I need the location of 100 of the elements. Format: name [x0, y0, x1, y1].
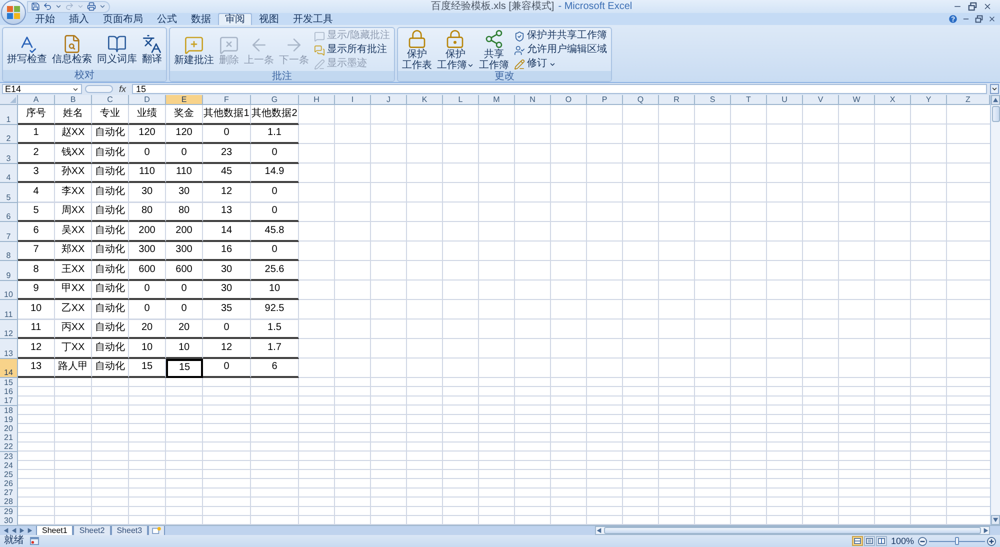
column-header[interactable]: S	[695, 95, 731, 105]
column-header[interactable]: T	[731, 95, 767, 105]
column-header[interactable]: R	[659, 95, 695, 105]
row-header[interactable]: 1	[0, 105, 18, 124]
ribbon-button[interactable]: 显示所有批注	[313, 43, 391, 57]
column-header[interactable]: N	[515, 95, 551, 105]
insert-function-button[interactable]: fx	[116, 84, 130, 94]
column-header[interactable]: X	[875, 95, 911, 105]
column-header[interactable]: B	[55, 95, 92, 105]
row-header[interactable]: 27	[0, 488, 18, 498]
column-header[interactable]: E	[166, 95, 203, 105]
view-button[interactable]	[852, 536, 863, 546]
column-header[interactable]: U	[767, 95, 803, 105]
sheet-tab[interactable]: Sheet1	[36, 526, 74, 536]
row-header[interactable]: 7	[0, 222, 18, 242]
view-button[interactable]	[864, 536, 875, 546]
row-header[interactable]: 8	[0, 242, 18, 261]
undo-icon[interactable]	[43, 2, 52, 11]
column-header[interactable]: M	[479, 95, 515, 105]
scroll-thumb[interactable]	[604, 527, 981, 534]
formula-input[interactable]: 15	[132, 84, 987, 94]
ribbon-tab[interactable]: 视图	[252, 13, 286, 25]
sheet-tab[interactable]: Sheet2	[73, 526, 111, 536]
row-header[interactable]: 5	[0, 183, 18, 202]
ribbon-button[interactable]: 信息检索	[51, 28, 93, 70]
column-header[interactable]: I	[335, 95, 371, 105]
ribbon-button[interactable]: 翻译	[141, 28, 163, 70]
zoom-slider-thumb[interactable]	[955, 537, 959, 545]
row-header[interactable]: 16	[0, 387, 18, 398]
printer-icon[interactable]	[87, 2, 96, 11]
ribbon-button[interactable]: 允许用户编辑区域	[512, 43, 608, 57]
column-header[interactable]: Z	[947, 95, 990, 105]
view-button[interactable]	[876, 536, 887, 546]
column-header[interactable]: A	[18, 95, 55, 105]
horizontal-scrollbar[interactable]	[595, 526, 990, 535]
scroll-up-button[interactable]	[991, 95, 1000, 105]
insert-sheet-button[interactable]	[148, 526, 166, 536]
row-header[interactable]: 17	[0, 396, 18, 406]
row-header[interactable]: 23	[0, 452, 18, 462]
column-header[interactable]: Q	[623, 95, 659, 105]
row-header[interactable]: 24	[0, 460, 18, 471]
row-header[interactable]: 4	[0, 164, 18, 183]
ribbon-button[interactable]: 保护并共享工作簿	[512, 29, 608, 43]
ribbon-tab[interactable]: 开发工具	[286, 13, 340, 25]
row-header[interactable]: 2	[0, 124, 18, 144]
close-icon[interactable]	[983, 2, 992, 11]
scroll-down-button[interactable]	[991, 515, 1000, 525]
right-arrow-icon[interactable]	[983, 528, 989, 534]
zoom-in-icon[interactable]	[987, 536, 996, 546]
column-header[interactable]: G	[251, 95, 299, 105]
ribbon-button[interactable]: 同义词库	[96, 28, 138, 70]
ribbon-button[interactable]: 拼写检查	[6, 28, 48, 70]
row-header[interactable]: 29	[0, 506, 18, 517]
ribbon-button[interactable]: 共享 工作簿	[478, 28, 510, 71]
column-header[interactable]: J	[371, 95, 407, 105]
row-header[interactable]: 9	[0, 261, 18, 280]
ribbon-button[interactable]: 保护 工作簿	[436, 28, 475, 71]
row-header[interactable]: 20	[0, 424, 18, 434]
row-header[interactable]: 25	[0, 470, 18, 480]
ribbon-button[interactable]: 修订	[512, 57, 608, 71]
row-header[interactable]: 26	[0, 479, 18, 490]
ribbon-tab[interactable]: 开始	[28, 13, 62, 25]
column-header[interactable]: L	[443, 95, 479, 105]
row-header[interactable]: 18	[0, 406, 18, 416]
row-header[interactable]: 14	[0, 358, 18, 378]
row-header[interactable]: 6	[0, 202, 18, 222]
ribbon-tab[interactable]: 审阅	[218, 13, 252, 25]
column-header[interactable]: H	[299, 95, 335, 105]
name-box[interactable]: E14	[2, 84, 82, 94]
save-icon[interactable]	[31, 2, 40, 11]
vertical-scrollbar[interactable]	[990, 95, 1000, 525]
ribbon-button[interactable]: 新建批注	[173, 28, 215, 71]
ribbon-tab[interactable]: 数据	[184, 13, 218, 25]
column-header[interactable]: O	[551, 95, 587, 105]
ribbon-tab[interactable]: 页面布局	[96, 13, 150, 25]
column-header[interactable]: K	[407, 95, 443, 105]
column-header[interactable]: D	[129, 95, 166, 105]
row-header[interactable]: 13	[0, 339, 18, 358]
help-icon[interactable]	[949, 15, 957, 23]
expand-formula-bar-button[interactable]	[990, 84, 999, 94]
row-header[interactable]: 10	[0, 280, 18, 300]
close-icon[interactable]	[988, 15, 996, 23]
column-header[interactable]: P	[587, 95, 623, 105]
left-arrow-icon[interactable]	[596, 528, 602, 534]
row-header[interactable]: 28	[0, 497, 18, 508]
column-header[interactable]: V	[803, 95, 839, 105]
row-header[interactable]: 22	[0, 442, 18, 452]
row-header[interactable]: 12	[0, 320, 18, 339]
row-header[interactable]: 15	[0, 378, 18, 388]
row-header[interactable]: 3	[0, 144, 18, 164]
ribbon-button[interactable]: 保护 工作表	[400, 28, 433, 71]
record-macro-icon[interactable]	[30, 537, 39, 545]
zoom-out-icon[interactable]	[918, 536, 927, 546]
zoom-slider[interactable]	[929, 537, 985, 545]
row-header[interactable]: 19	[0, 414, 18, 425]
sheet-tab[interactable]: Sheet3	[110, 526, 148, 536]
ribbon-tab[interactable]: 公式	[150, 13, 184, 25]
column-header[interactable]: F	[203, 95, 251, 105]
column-header[interactable]: Y	[911, 95, 947, 105]
ribbon-tab[interactable]: 插入	[62, 13, 96, 25]
